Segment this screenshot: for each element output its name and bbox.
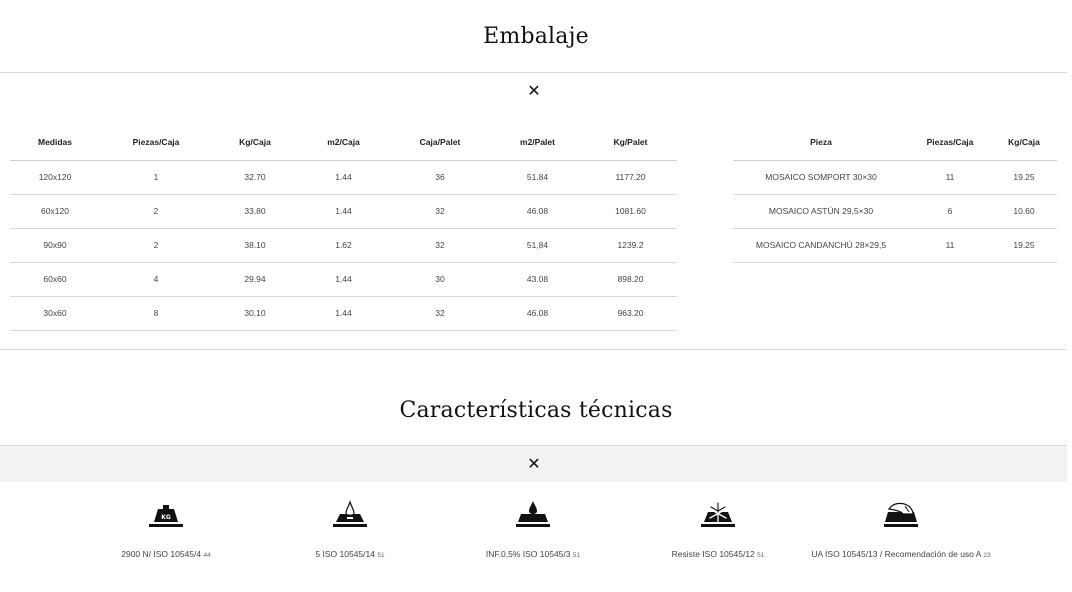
pieces-table: Pieza Piezas/Caja Kg/Caja MOSAICO SOMPOR… bbox=[733, 124, 1057, 263]
table-row: MOSAICO ASTÚN 29,5×30 6 10.60 bbox=[733, 194, 1057, 229]
table-cell: 4 bbox=[100, 262, 212, 297]
table-cell: 1081.60 bbox=[584, 194, 677, 229]
divider bbox=[0, 72, 1067, 73]
feature-label: 5 ISO 10545/14 51 bbox=[315, 549, 385, 559]
table-cell: 38.10 bbox=[212, 228, 298, 263]
column-header: Kg/Caja bbox=[991, 124, 1057, 161]
table-cell: 30.10 bbox=[212, 296, 298, 331]
table-cell: 51,84 bbox=[491, 228, 584, 263]
feature-slip-resistance: UA ISO 10545/13 / Recomendación de uso A… bbox=[811, 500, 991, 566]
column-header: Kg/Caja bbox=[212, 124, 298, 161]
table-cell: 898.20 bbox=[584, 262, 677, 297]
table-cell: 30x60 bbox=[10, 296, 100, 331]
table-row: 120x120 1 32.70 1.44 36 51.84 1177.20 bbox=[10, 160, 677, 195]
absorption-drop-icon bbox=[516, 501, 550, 527]
kg-label: KG bbox=[161, 514, 171, 521]
table-cell: 1 bbox=[100, 160, 212, 195]
column-header: Piezas/Caja bbox=[100, 124, 212, 161]
column-header: Caja/Palet bbox=[389, 124, 491, 161]
table-cell: 32.70 bbox=[212, 160, 298, 195]
feature-label: INF.0,5% ISO 10545/3 51 bbox=[485, 549, 581, 559]
table-cell: 1239.2 bbox=[584, 228, 677, 263]
table-cell: 6 bbox=[909, 194, 991, 229]
table-cell: 46.08 bbox=[491, 296, 584, 331]
slip-resistance-icon bbox=[884, 502, 918, 527]
table-cell: 11 bbox=[909, 160, 991, 195]
table-cell: 33.80 bbox=[212, 194, 298, 229]
table-cell: 11 bbox=[909, 228, 991, 263]
feature-label: UA ISO 10545/13 / Recomendación de uso A… bbox=[811, 549, 991, 559]
water-drop-icon bbox=[333, 500, 367, 527]
table-cell: MOSAICO ASTÚN 29,5×30 bbox=[733, 194, 909, 229]
table-cell: 30 bbox=[389, 262, 491, 297]
snowflake-icon bbox=[701, 502, 735, 527]
feature-label: Resiste ISO 10545/12 51 bbox=[671, 549, 765, 559]
table-cell: 1177.20 bbox=[584, 160, 677, 195]
column-header: m2/Palet bbox=[491, 124, 584, 161]
table-cell: 120x120 bbox=[10, 160, 100, 195]
column-header: Medidas bbox=[10, 124, 100, 161]
table-cell: MOSAICO CANDANCHÚ 28×29,5 bbox=[733, 228, 909, 263]
feature-water-absorption: INF.0,5% ISO 10545/3 51 bbox=[443, 500, 623, 566]
table-cell: 90x90 bbox=[10, 228, 100, 263]
table-cell: 32 bbox=[389, 296, 491, 331]
table-cell: 32 bbox=[389, 228, 491, 263]
table-cell: 10.60 bbox=[991, 194, 1057, 229]
feature-label: 2900 N/ ISO 10545/4 44 bbox=[121, 549, 211, 559]
feature-chemical-resistance: 5 ISO 10545/14 51 bbox=[260, 500, 440, 566]
column-header: Pieza bbox=[733, 124, 909, 161]
table-header-row: Pieza Piezas/Caja Kg/Caja bbox=[733, 124, 1057, 161]
table-row: MOSAICO CANDANCHÚ 28×29,5 11 19.25 bbox=[733, 228, 1057, 263]
caracteristicas-title: Características técnicas bbox=[399, 398, 673, 423]
table-cell: 1.44 bbox=[298, 194, 389, 229]
embalaje-title: Embalaje bbox=[483, 24, 589, 49]
table-cell: 29.94 bbox=[212, 262, 298, 297]
column-header: Kg/Palet bbox=[584, 124, 677, 161]
table-cell: 963.20 bbox=[584, 296, 677, 331]
table-row: 30x60 8 30.10 1.44 32 46.08 963.20 bbox=[10, 296, 677, 331]
table-cell: 60x60 bbox=[10, 262, 100, 297]
table-cell: 60x120 bbox=[10, 194, 100, 229]
feature-frost-resistance: Resiste ISO 10545/12 51 bbox=[628, 500, 808, 566]
table-cell: 2 bbox=[100, 228, 212, 263]
embalaje-close-icon[interactable]: ✕ bbox=[526, 83, 542, 99]
table-cell: MOSAICO SOMPORT 30×30 bbox=[733, 160, 909, 195]
feature-breaking-strength: KG 2900 N/ ISO 10545/4 44 bbox=[76, 500, 256, 566]
table-cell: 1.44 bbox=[298, 262, 389, 297]
weight-kg-icon: KG bbox=[149, 505, 183, 527]
caracteristicas-close-icon[interactable]: ✕ bbox=[526, 456, 542, 472]
table-cell: 19.25 bbox=[991, 160, 1057, 195]
table-row: 90x90 2 38.10 1.62 32 51,84 1239.2 bbox=[10, 228, 677, 263]
table-cell: 51.84 bbox=[491, 160, 584, 195]
table-cell: 8 bbox=[100, 296, 212, 331]
table-cell: 1.62 bbox=[298, 228, 389, 263]
table-cell: 36 bbox=[389, 160, 491, 195]
sizes-table: Medidas Piezas/Caja Kg/Caja m2/Caja Caja… bbox=[10, 124, 677, 331]
table-cell: 32 bbox=[389, 194, 491, 229]
table-cell: 43.08 bbox=[491, 262, 584, 297]
table-cell: 19.25 bbox=[991, 228, 1057, 263]
table-row: 60x120 2 33.80 1.44 32 46.08 1081.60 bbox=[10, 194, 677, 229]
table-row: 60x60 4 29.94 1.44 30 43.08 898.20 bbox=[10, 262, 677, 297]
table-cell: 1.44 bbox=[298, 160, 389, 195]
table-header-row: Medidas Piezas/Caja Kg/Caja m2/Caja Caja… bbox=[10, 124, 677, 161]
divider bbox=[0, 349, 1067, 350]
table-cell: 1.44 bbox=[298, 296, 389, 331]
column-header: Piezas/Caja bbox=[909, 124, 991, 161]
column-header: m2/Caja bbox=[298, 124, 389, 161]
table-cell: 46.08 bbox=[491, 194, 584, 229]
table-cell: 2 bbox=[100, 194, 212, 229]
table-row: MOSAICO SOMPORT 30×30 11 19.25 bbox=[733, 160, 1057, 195]
